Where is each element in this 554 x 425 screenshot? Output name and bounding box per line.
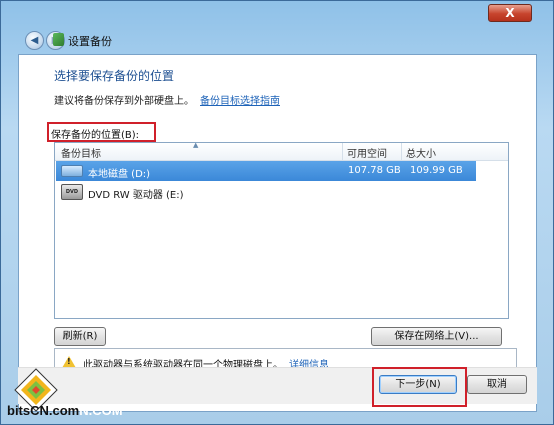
- window-title: 设置备份: [68, 35, 112, 48]
- column-header-target[interactable]: 备份目标: [61, 145, 101, 160]
- drive-name: 本地磁盘 (D:): [88, 169, 151, 180]
- save-on-network-button[interactable]: 保存在网络上(V)...: [371, 327, 502, 346]
- warning-exclamation-icon: !: [67, 357, 71, 366]
- watermark-main: bitsCN.com: [7, 403, 80, 418]
- advice-guide-link[interactable]: 备份目标选择指南: [200, 96, 280, 107]
- list-item-dvd-drive[interactable]: DVD DVD RW 驱动器 (E:): [56, 182, 476, 202]
- column-divider: [342, 143, 343, 160]
- back-arrow-icon[interactable]: ◀: [25, 31, 44, 50]
- column-header-total[interactable]: 总大小: [406, 145, 436, 160]
- drive-name: DVD RW 驱动器 (E:): [88, 190, 184, 201]
- advice-line: 建议将备份保存到外部硬盘上。 备份目标选择指南: [54, 92, 280, 107]
- window-frame: X ◀ ▶ 设置备份 选择要保存备份的位置 建议将备份保存到外部硬盘上。备份目标…: [0, 0, 554, 425]
- backup-app-icon: [53, 33, 64, 46]
- list-header: 备份目标 ▲ 可用空间 总大小: [55, 141, 508, 161]
- close-button[interactable]: X: [488, 4, 532, 22]
- next-button-highlight: [372, 367, 467, 407]
- advice-text: 建议将备份保存到外部硬盘上。: [54, 96, 194, 107]
- hard-drive-icon: [61, 165, 83, 177]
- refresh-button[interactable]: 刷新(R): [54, 327, 106, 346]
- sort-arrow-icon: ▲: [193, 141, 199, 149]
- watermark-text: bitsCN.comN.COM: [7, 403, 123, 418]
- backup-target-list[interactable]: 备份目标 ▲ 可用空间 总大小 本地磁盘 (D:) 107.78 GB 109.…: [54, 141, 509, 319]
- column-header-free[interactable]: 可用空间: [347, 145, 387, 160]
- watermark-ghost: N.COM: [79, 403, 123, 418]
- column-divider: [401, 143, 402, 160]
- location-label-highlight: [47, 122, 156, 142]
- content-panel: 选择要保存备份的位置 建议将备份保存到外部硬盘上。 备份目标选择指南 保存备份的位…: [18, 54, 537, 412]
- page-heading: 选择要保存备份的位置: [54, 69, 175, 83]
- list-item-local-disk[interactable]: 本地磁盘 (D:) 107.78 GB 109.99 GB: [56, 161, 476, 181]
- drive-total-size: 109.99 GB: [410, 165, 463, 176]
- dvd-drive-icon: DVD: [61, 184, 83, 200]
- drive-free-space: 107.78 GB: [348, 165, 401, 176]
- cancel-button[interactable]: 取消: [467, 375, 527, 394]
